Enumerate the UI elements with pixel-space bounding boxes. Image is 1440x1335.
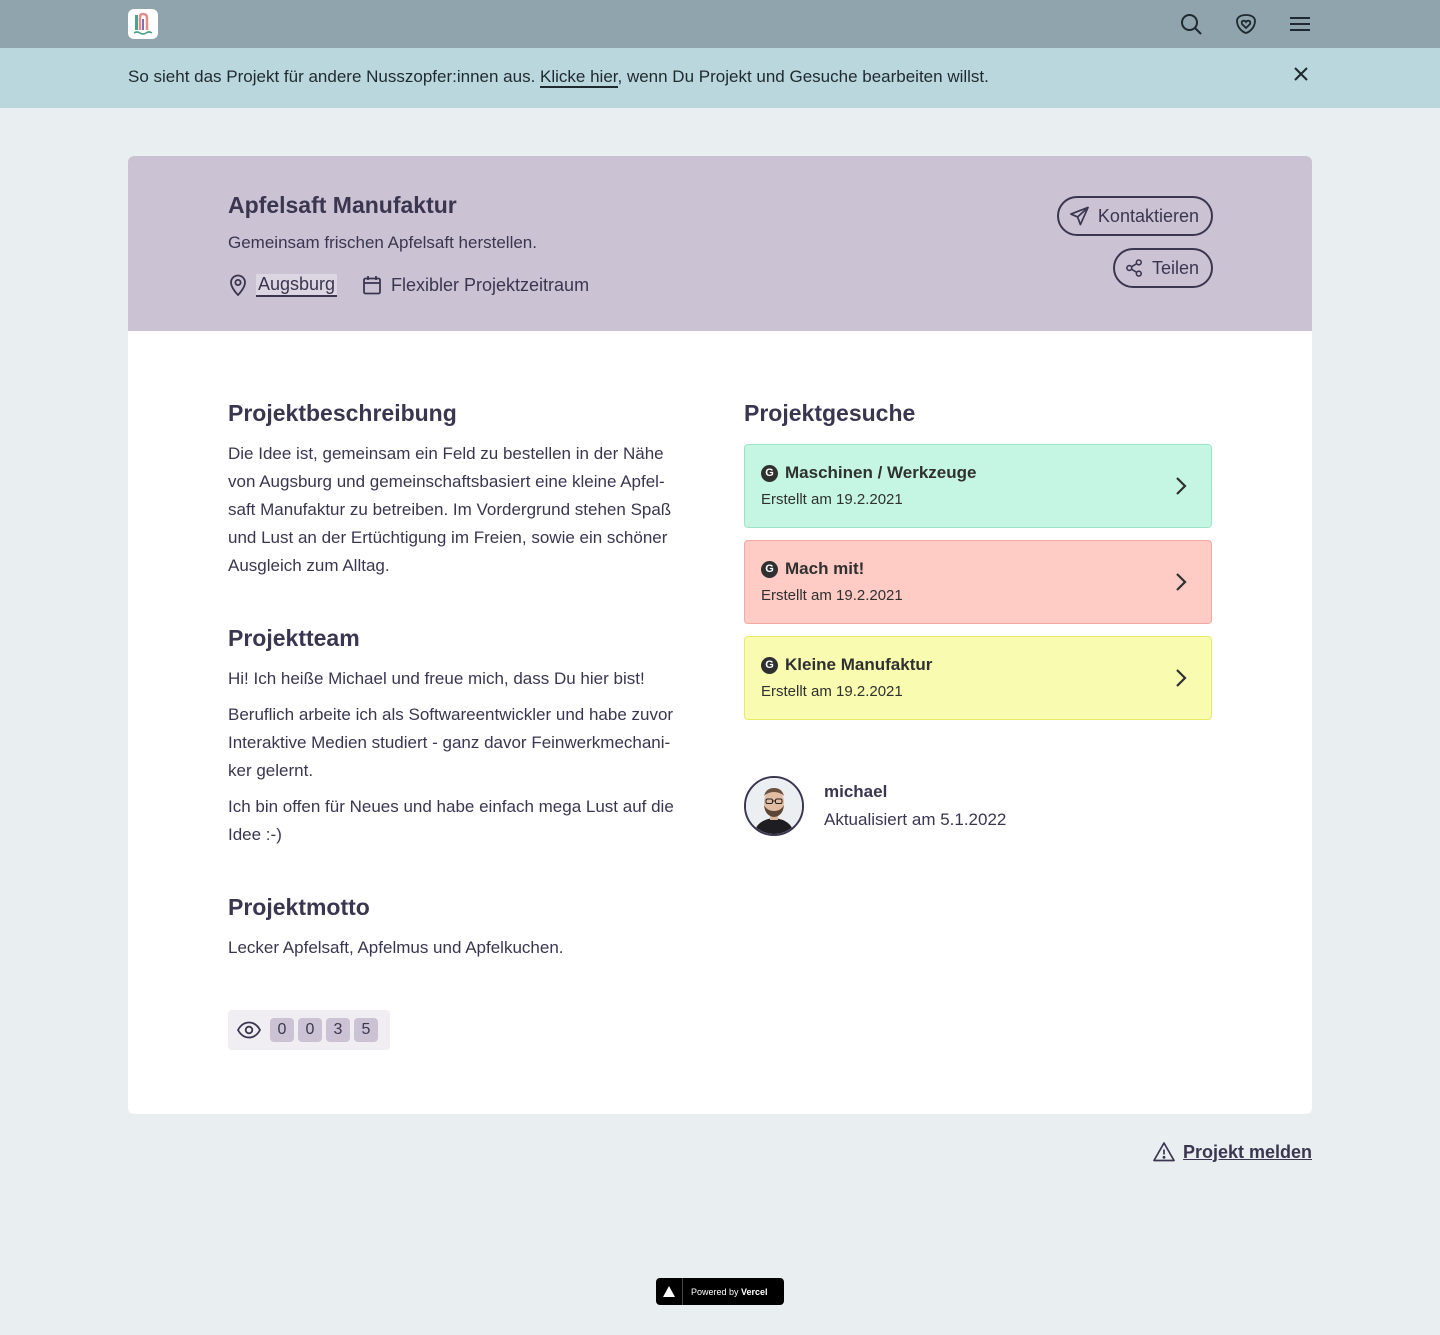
calendar-icon	[363, 276, 381, 295]
project-header: Apfelsaft Manufaktur Gemeinsam frischen …	[128, 156, 1312, 331]
chevron-right-icon	[1176, 669, 1187, 687]
view-digit: 5	[354, 1018, 378, 1042]
team-outro: Ich bin offen für Neues und habe einfach…	[228, 793, 698, 849]
request-card[interactable]: G Mach mit! Erstellt am 19.2.2021	[744, 540, 1212, 624]
logo-icon[interactable]	[128, 9, 158, 39]
team-outro-line: Ich bin offen für Neues und habe einfach…	[228, 797, 674, 816]
report-label: Projekt melden	[1183, 1141, 1313, 1162]
description-line: saft Manufaktur zu betreiben. Im Vorderg…	[228, 500, 672, 519]
description-line: Ausgleich zum Alltag.	[228, 556, 390, 575]
preview-banner: So sieht das Projekt für andere Nusszopf…	[0, 48, 1440, 108]
project-title: Apfelsaft Manufaktur	[228, 192, 457, 218]
project-card: Apfelsaft Manufaktur Gemeinsam frischen …	[128, 156, 1312, 1114]
team-career-line: Interaktive Medien studiert - ganz davor…	[228, 733, 671, 752]
request-card[interactable]: G Kleine Manufaktur Erstellt am 19.2.202…	[744, 636, 1212, 720]
motto-heading: Projektmotto	[228, 894, 370, 920]
location-link[interactable]: Augsburg	[256, 273, 338, 297]
vercel-text: Powered by Vercel	[691, 1287, 768, 1297]
timeframe-text: Flexibler Projektzeitraum	[391, 274, 590, 295]
request-title: G Kleine Manufaktur	[761, 655, 932, 675]
request-badge: G	[761, 464, 778, 482]
request-badge: G	[761, 656, 778, 674]
share-icon	[1126, 259, 1142, 277]
request-date: Erstellt am 19.2.2021	[761, 587, 903, 604]
team-career: Beruflich arbeite ich als Softwareentwic…	[228, 701, 698, 785]
request-title-text: Mach mit!	[785, 559, 865, 578]
vercel-badge[interactable]: Powered by Vercel	[656, 1278, 784, 1305]
vercel-brand: Vercel	[741, 1286, 768, 1297]
share-label: Teilen	[1151, 257, 1199, 278]
chevron-right-icon	[1176, 477, 1187, 495]
request-badge: G	[761, 560, 778, 578]
view-digit: 0	[298, 1018, 322, 1042]
description-line: Die Idee ist, gemeinsam ein Feld zu best…	[228, 444, 664, 463]
description-text: Die Idee ist, gemeinsam ein Feld zu best…	[228, 440, 698, 580]
avatar[interactable]	[744, 776, 804, 836]
request-title-text: Maschinen / Werkzeuge	[785, 463, 977, 482]
top-navbar	[0, 0, 1440, 48]
description-heading: Projektbeschreibung	[228, 400, 457, 426]
banner-text-after: , wenn Du Projekt und Gesuche bearbeiten…	[617, 67, 989, 86]
search-icon[interactable]	[1179, 12, 1203, 36]
chevron-right-icon	[1176, 573, 1187, 591]
motto-text: Lecker Apfelsaft, Apfelmus und Apfelkuch…	[228, 938, 564, 957]
team-intro: Hi! Ich heiße Michael und freue mich, da…	[228, 669, 645, 688]
contact-label: Kontaktieren	[1097, 205, 1199, 226]
request-title: G Mach mit!	[761, 559, 864, 579]
author-name[interactable]: michael	[824, 782, 887, 802]
request-date: Erstellt am 19.2.2021	[761, 491, 903, 508]
description-line: und Lust an der Ertüchtigung im Freien, …	[228, 528, 668, 547]
team-outro-line: Idee :-)	[228, 825, 282, 844]
view-digit: 3	[326, 1018, 350, 1042]
request-title-text: Kleine Manufaktur	[785, 655, 933, 674]
vercel-logo-icon	[656, 1278, 683, 1305]
map-pin-icon	[230, 274, 246, 296]
request-date: Erstellt am 19.2.2021	[761, 683, 903, 700]
team-career-line: ker gelernt.	[228, 761, 314, 780]
shield-heart-icon[interactable]	[1234, 12, 1258, 36]
view-counter: 0 0 3 5	[228, 1010, 390, 1050]
report-project-link[interactable]: Projekt melden	[1153, 1141, 1312, 1163]
request-title: G Maschinen / Werkzeuge	[761, 463, 976, 483]
share-button[interactable]: Teilen	[1113, 248, 1213, 288]
description-line: von Augsburg und gemeinschaftsbasiert ei…	[228, 472, 665, 491]
banner-text: So sieht das Projekt für andere Nusszopf…	[128, 67, 989, 88]
edit-link[interactable]: Klicke hier	[540, 67, 618, 88]
eye-icon	[237, 1021, 261, 1039]
project-timeframe: Flexibler Projektzeitraum	[362, 272, 589, 298]
close-icon[interactable]	[1290, 63, 1312, 85]
banner-text-before: So sieht das Projekt für andere Nusszopf…	[128, 67, 541, 86]
vercel-prefix: Powered by	[691, 1286, 742, 1297]
project-subtitle: Gemeinsam frischen Apfelsaft herstellen.	[228, 233, 537, 252]
view-digit: 0	[270, 1018, 294, 1042]
requests-heading: Projektgesuche	[744, 400, 916, 426]
send-icon	[1070, 206, 1089, 226]
team-career-line: Beruflich arbeite ich als Softwareentwic…	[228, 705, 674, 724]
warning-icon	[1153, 1142, 1175, 1162]
contact-button[interactable]: Kontaktieren	[1057, 196, 1213, 236]
project-location: Augsburg	[228, 272, 338, 298]
author-updated: Aktualisiert am 5.1.2022	[824, 810, 1007, 829]
request-card[interactable]: G Maschinen / Werkzeuge Erstellt am 19.2…	[744, 444, 1212, 528]
menu-icon[interactable]	[1288, 12, 1312, 36]
team-heading: Projektteam	[228, 625, 360, 651]
